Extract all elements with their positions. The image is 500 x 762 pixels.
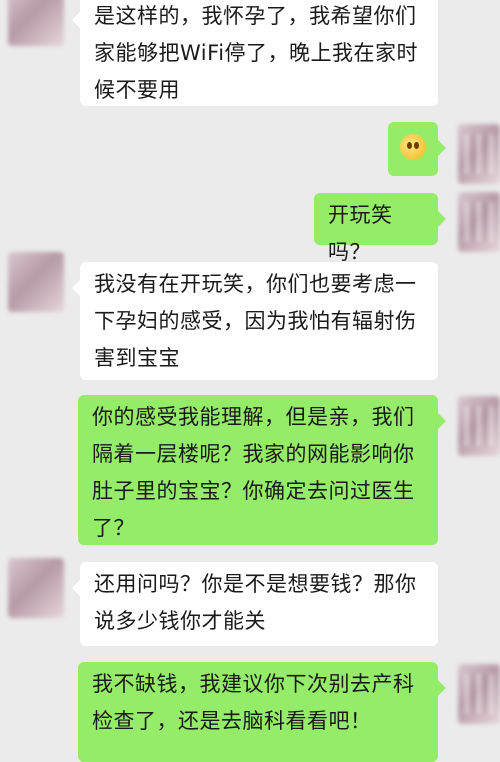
contact-avatar[interactable] <box>8 558 64 618</box>
message-text: 我没有在开玩笑，你们也要考虑一下孕妇的感受，因为我怕有辐射伤害到宝宝 <box>94 272 417 370</box>
message-bubble-incoming[interactable]: 我没有在开玩笑，你们也要考虑一下孕妇的感受，因为我怕有辐射伤害到宝宝 <box>72 262 438 380</box>
surprised-face-emoji-icon <box>400 134 426 160</box>
message-bubble-outgoing[interactable]: 你的感受我能理解，但是亲，我们隔着一层楼呢？我家的网能影响你肚子里的宝宝？你确定… <box>78 395 446 545</box>
user-avatar[interactable] <box>458 124 500 184</box>
message-text: 是这样的，我怀孕了，我希望你们家能够把WiFi停了，晚上我在家时候不要用 <box>94 4 419 102</box>
message-text: 我不缺钱，我建议你下次别去产科检查了，还是去脑科看看吧！ <box>92 672 415 733</box>
contact-avatar[interactable] <box>8 0 64 46</box>
message-bubble-incoming[interactable]: 是这样的，我怀孕了，我希望你们家能够把WiFi停了，晚上我在家时候不要用 <box>72 0 438 106</box>
user-avatar[interactable] <box>458 664 500 724</box>
user-avatar[interactable] <box>458 396 500 456</box>
message-text: 你的感受我能理解，但是亲，我们隔着一层楼呢？我家的网能影响你肚子里的宝宝？你确定… <box>92 405 415 540</box>
user-avatar[interactable] <box>458 192 500 252</box>
message-bubble-outgoing[interactable]: 开玩笑吗？ <box>314 193 446 264</box>
message-bubble-outgoing[interactable]: 我不缺钱，我建议你下次别去产科检查了，还是去脑科看看吧！ <box>78 662 446 762</box>
message-bubble-incoming[interactable]: 还用问吗？你是不是想要钱？那你说多少钱你才能关 <box>72 562 438 646</box>
contact-avatar[interactable] <box>8 252 64 312</box>
message-text: 开玩笑吗？ <box>328 203 393 264</box>
message-bubble-outgoing[interactable] <box>388 122 446 176</box>
message-text: 还用问吗？你是不是想要钱？那你说多少钱你才能关 <box>94 572 417 633</box>
